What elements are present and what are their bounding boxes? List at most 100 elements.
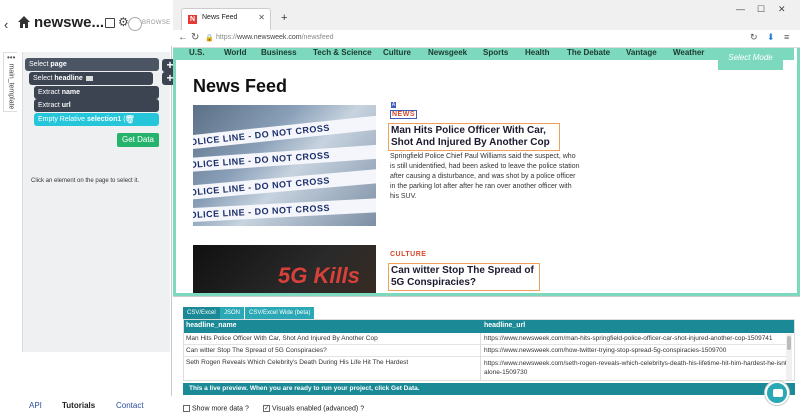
nav-item[interactable]: Sports [483,48,508,57]
app-root: ‹ newswe... ⚙ BROWSE ••• main_template S… [0,0,800,416]
project-title: newswe... [34,14,105,31]
article-headline[interactable]: Man Hits Police Officer With Car, Shot A… [388,123,560,151]
node-name: selection1 [87,116,122,123]
article-category[interactable]: CULTURE [390,251,426,258]
tab-csv[interactable]: CSV/Excel [183,307,220,319]
reload-icon[interactable]: ↻ [191,32,199,43]
node-name: name [61,89,81,96]
menu-dots-icon[interactable]: ••• [7,54,15,62]
table-row: Man Hits Police Officer With Car, Shot A… [184,333,788,345]
table-header: headline_name headline_url [184,320,794,333]
show-more-checkbox[interactable] [183,405,190,412]
nav-item[interactable]: Culture [383,48,411,57]
select-headline-node[interactable]: Select headline [29,72,153,85]
data-preview: CSV/Excel JSON CSV/Excel Wide (beta) hea… [173,296,800,416]
article-image[interactable]: 5G Kills [193,245,376,296]
extract-url-node[interactable]: Extract url [34,99,159,112]
node-prefix: Select [33,75,55,82]
tab-csv-wide[interactable]: CSV/Excel Wide (beta) [245,307,315,319]
menu-icon[interactable]: ≡ [784,32,789,42]
download-icon[interactable]: ⬇ [767,32,775,43]
node-prefix: Empty Relative [38,116,88,123]
url-field[interactable]: https://www.newsweek.com/newsfeed [216,34,334,41]
close-window-icon[interactable]: ✕ [778,4,786,15]
browser-tab[interactable]: N News Feed ✕ [181,8,271,30]
tutorials-link[interactable]: Tutorials [62,401,95,410]
tab-bar: N News Feed ✕ + — ☐ ✕ [173,0,800,30]
node-name: page [50,61,67,68]
nav-item[interactable]: Weather [673,48,704,57]
select-mode-badge[interactable]: Select Mode [718,48,783,70]
chat-bubble-icon [773,389,783,397]
maximize-icon[interactable]: ☐ [757,4,765,15]
address-bar: ← ↻ 🔒 https://www.newsweek.com/newsfeed … [173,30,800,48]
lock-icon: 🔒 [205,35,214,42]
nav-item[interactable]: Business [261,48,297,57]
cell: Can witter Stop The Spread of 5G Conspir… [186,347,327,354]
help-icon[interactable]: ? [360,405,364,412]
article-headline[interactable]: Can witter Stop The Spread of 5G Conspir… [388,263,540,291]
select-hint: Click an element on the page to select i… [31,178,140,184]
url-path: /newsfeed [301,34,334,41]
preview-note: This a live preview. When you are ready … [183,383,795,395]
nav-item[interactable]: Tech & Science [313,48,372,57]
refresh-icon[interactable]: ↻ [750,32,758,43]
node-prefix: Extract [38,102,62,109]
get-data-button[interactable]: Get Data [117,133,159,147]
selection-marker: A [391,102,396,108]
close-tab-icon[interactable]: ✕ [258,13,265,22]
node-prefix: Select [29,61,51,68]
node-name: headline [54,75,83,82]
tape-text: POLICE LINE - DO NOT CROSS [193,167,376,201]
tab-json[interactable]: JSON [220,307,245,319]
template-tab[interactable]: ••• main_template [3,52,17,112]
cell: https://www.newsweek.com/seth-rogen-reve… [484,360,789,376]
web-page: U.S. World Business Tech & Science Cultu… [173,48,800,296]
panel-footer: API Tutorials Contact [0,396,172,416]
table-row: Seth Rogen Reveals Which Celebrity's Dea… [184,357,789,380]
nav-item[interactable]: Health [525,48,549,57]
back-arrow-icon[interactable]: ← [178,32,188,43]
article-image[interactable]: POLICE LINE - DO NOT CROSS POLICE LINE -… [193,105,376,226]
tape-text: POLICE LINE - DO NOT CROSS [193,114,376,150]
nav-item[interactable]: Newsgeek [428,48,467,57]
scroll-thumb[interactable] [787,336,791,350]
extract-name-node[interactable]: Extract name [34,86,159,99]
chat-button[interactable] [765,381,789,405]
nav-item[interactable]: The Debate [567,48,610,57]
column-header: headline_name [186,322,237,329]
save-icon[interactable] [105,18,115,28]
nav-item[interactable]: World [224,48,247,57]
cell: Seth Rogen Reveals Which Celebrity's Dea… [186,359,409,366]
cell: https://www.newsweek.com/how-twitter-try… [484,347,727,354]
empty-relative-node[interactable]: Empty Relative selection1 (0) 🗑 [34,113,159,126]
trash-icon[interactable]: 🗑 [125,113,135,126]
tab-title: News Feed [202,14,238,21]
api-link[interactable]: API [29,401,42,410]
new-tab-icon[interactable]: + [281,12,287,24]
column-header: headline_url [484,322,526,329]
graffiti-text: 5G Kills [278,263,360,288]
table-scrollbar[interactable] [786,334,792,380]
help-icon[interactable]: ? [245,405,249,412]
node-name: url [61,102,71,109]
tape-text: POLICE LINE - DO NOT CROSS [193,143,376,173]
browse-toggle[interactable] [128,17,142,31]
page-title: News Feed [193,76,288,96]
url-scheme: https:// [216,34,238,41]
show-more-option[interactable]: Show more data ? [183,405,249,412]
article-summary: Springfield Police Chief Paul Williams s… [390,153,580,200]
back-icon[interactable]: ‹ [4,17,8,32]
preview-table: headline_name headline_url Man Hits Poli… [183,319,795,381]
minimize-icon[interactable]: — [736,4,745,14]
contact-link[interactable]: Contact [116,401,144,410]
nav-item[interactable]: Vantage [626,48,657,57]
browse-label: BROWSE [142,20,171,26]
nav-item[interactable]: U.S. [189,48,205,57]
visuals-option[interactable]: ✓ Visuals enabled (advanced) ? [263,405,364,412]
select-page-node[interactable]: Select page [25,58,159,71]
tape-text: POLICE LINE - DO NOT CROSS [193,197,376,223]
visuals-checkbox[interactable]: ✓ [263,405,270,412]
home-icon[interactable] [17,15,31,29]
article-category[interactable]: NEWS [390,110,417,119]
